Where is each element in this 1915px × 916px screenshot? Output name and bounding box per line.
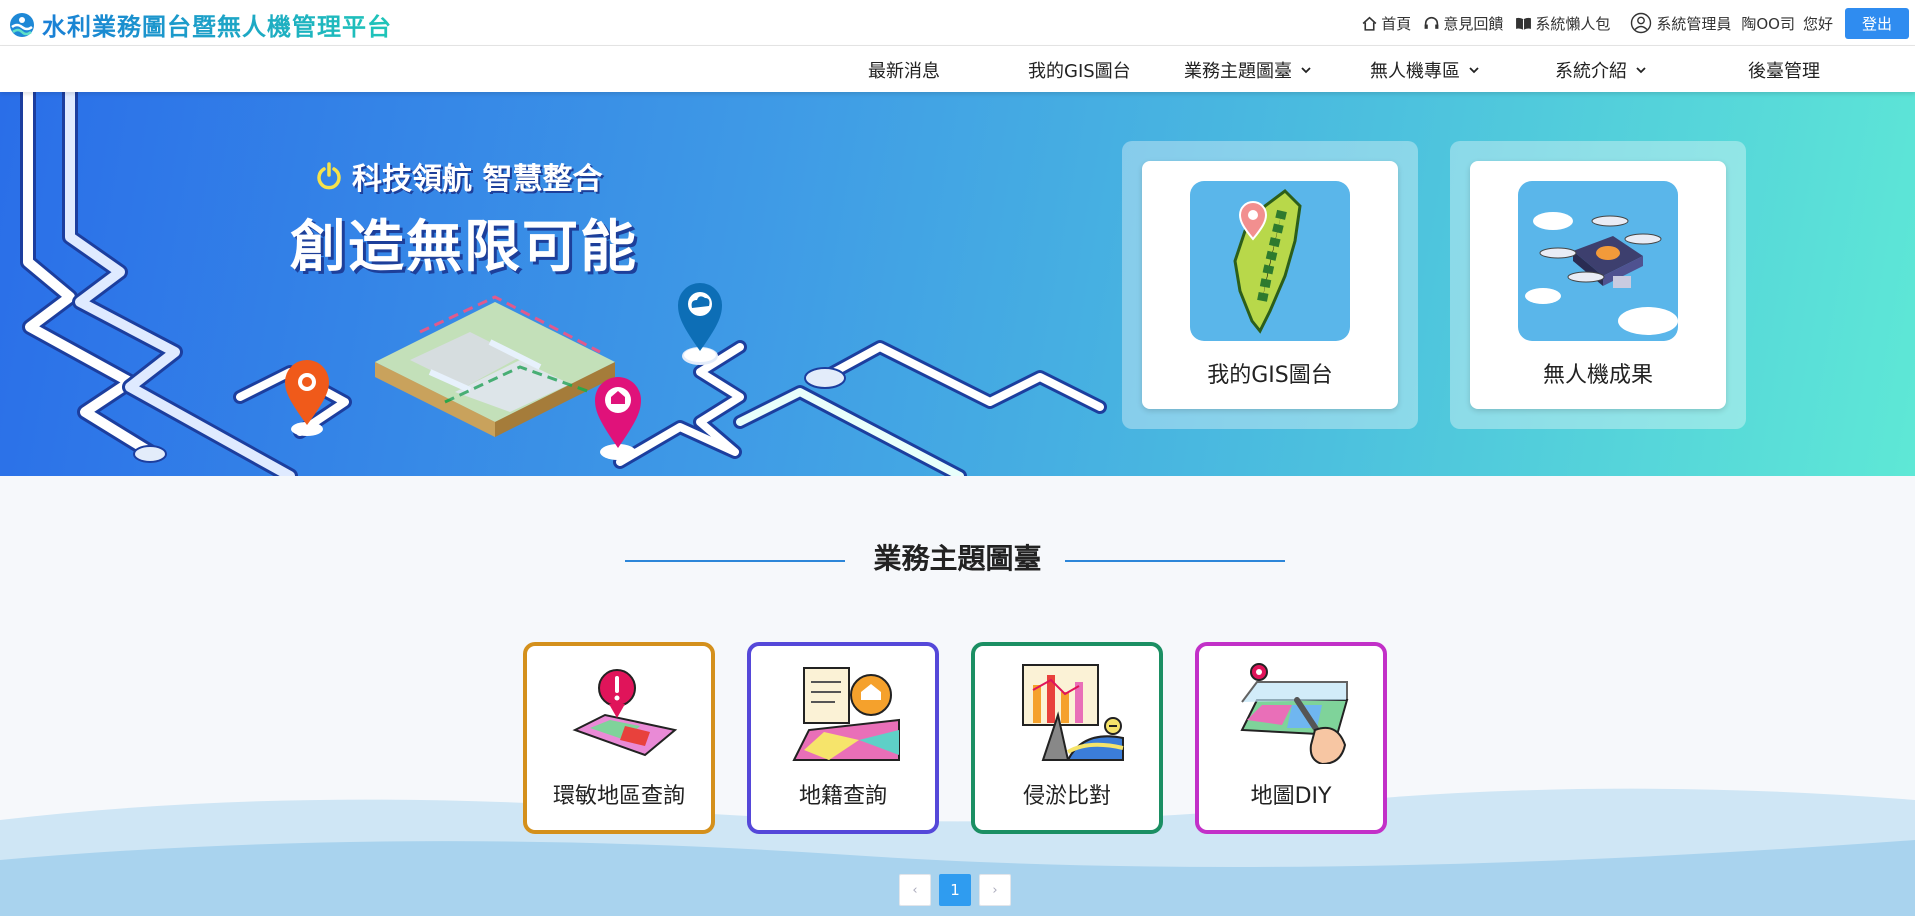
- hero-slogan-small: 科技領航 智慧整合: [314, 154, 602, 198]
- guide-link-label: 系統懶人包: [1535, 14, 1611, 33]
- hero-slogan-big: 創造無限可能: [290, 215, 638, 280]
- quick-card-my-gis[interactable]: 我的GIS圖台: [1122, 141, 1418, 429]
- theme-card-cadastral-label: 地籍查詢: [798, 784, 887, 809]
- pagination-next-button[interactable]: ›: [979, 874, 1011, 906]
- feedback-link[interactable]: 意見回饋: [1423, 13, 1503, 34]
- nav-drone[interactable]: 無人機專區: [1370, 57, 1480, 83]
- pagination-prev-button[interactable]: ‹: [899, 874, 931, 906]
- theme-card-sensitive-area-label: 環敏地區查詢: [552, 784, 685, 809]
- home-icon: [1362, 16, 1377, 31]
- nav-system[interactable]: 系統介紹: [1555, 57, 1647, 83]
- drone-icon: [1518, 181, 1678, 341]
- logout-button[interactable]: 登出: [1845, 7, 1909, 39]
- quick-card-my-gis-label: 我的GIS圖台: [1207, 363, 1333, 388]
- site-title: 水利業務圖台暨無人機管理平台: [42, 7, 392, 42]
- nav-themes[interactable]: 業務主題圖臺: [1184, 57, 1312, 83]
- quick-card-inner: 無人機成果: [1470, 161, 1726, 409]
- utility-bar: 首頁 意見回饋 系統懶人包 系統管理員 陶OO司 您好 登出: [1361, 0, 1915, 46]
- home-link-label: 首頁: [1381, 14, 1412, 33]
- theme-card-map-diy[interactable]: 地圖DIY: [1195, 642, 1387, 834]
- theme-card-sensitive-area[interactable]: 環敏地區查詢: [523, 642, 715, 834]
- nav-themes-label: 業務主題圖臺: [1184, 61, 1292, 82]
- main-nav: 最新消息 我的GIS圖台 業務主題圖臺 無人機專區 系統介紹 後臺管理: [0, 46, 1915, 92]
- headset-icon: [1424, 16, 1439, 29]
- pagination: ‹ 1 ›: [899, 874, 1011, 906]
- brand[interactable]: 水利業務圖台暨無人機管理平台: [8, 7, 392, 42]
- nav-drone-label: 無人機專區: [1370, 61, 1460, 82]
- quick-card-drone-label: 無人機成果: [1542, 363, 1653, 388]
- home-link[interactable]: 首頁: [1361, 13, 1411, 34]
- greeting: 您好: [1802, 14, 1833, 33]
- quick-card-inner: 我的GIS圖台: [1142, 161, 1398, 409]
- nav-my-gis[interactable]: 我的GIS圖台: [1028, 57, 1131, 83]
- nav-admin-label: 後臺管理: [1748, 61, 1820, 82]
- theme-card-cadastral[interactable]: 地籍查詢: [747, 642, 939, 834]
- chevron-down-icon: [1636, 67, 1646, 74]
- hero-slogan-small-text: 科技領航 智慧整合: [352, 162, 603, 197]
- map-diy-icon: [1240, 663, 1349, 764]
- sensitive-area-icon: [572, 669, 678, 757]
- book-icon: [1516, 17, 1532, 30]
- erosion-compare-icon: [1022, 664, 1124, 761]
- guide-link[interactable]: 系統懶人包: [1515, 13, 1610, 34]
- theme-card-erosion[interactable]: 侵淤比對: [971, 642, 1163, 834]
- nav-system-label: 系統介紹: [1555, 61, 1627, 82]
- feedback-link-label: 意見回饋: [1443, 14, 1504, 33]
- nav-my-gis-label: 我的GIS圖台: [1028, 61, 1131, 82]
- water-drop-logo-icon: [10, 12, 34, 37]
- theme-card-erosion-label: 侵淤比對: [1022, 784, 1111, 809]
- quick-card-drone[interactable]: 無人機成果: [1450, 141, 1746, 429]
- cadastral-icon: [792, 667, 900, 761]
- pagination-page-button[interactable]: 1: [939, 874, 971, 906]
- hero-banner: 科技領航 智慧整合 創造無限可能 我的GIS圖台 無人機成果: [0, 92, 1915, 476]
- taiwan-map-icon: [1190, 181, 1350, 341]
- user-role[interactable]: 系統管理員: [1630, 12, 1731, 34]
- chevron-down-icon: [1301, 67, 1311, 74]
- top-header: 水利業務圖台暨無人機管理平台 首頁 意見回饋 系統懶人包 系統管理員 陶OO司 …: [0, 0, 1915, 46]
- chevron-down-icon: [1469, 67, 1479, 74]
- nav-news-label: 最新消息: [868, 61, 940, 82]
- user-name: 陶OO司: [1741, 14, 1795, 33]
- section-title-line-right: [1065, 560, 1285, 562]
- nav-news[interactable]: 最新消息: [868, 57, 940, 83]
- user-circle-icon: [1631, 12, 1652, 34]
- section-title: 業務主題圖臺: [873, 542, 1042, 575]
- theme-card-map-diy-label: 地圖DIY: [1250, 784, 1332, 809]
- user-role-label: 系統管理員: [1656, 14, 1732, 33]
- power-icon: [317, 162, 341, 190]
- nav-admin[interactable]: 後臺管理: [1748, 57, 1820, 83]
